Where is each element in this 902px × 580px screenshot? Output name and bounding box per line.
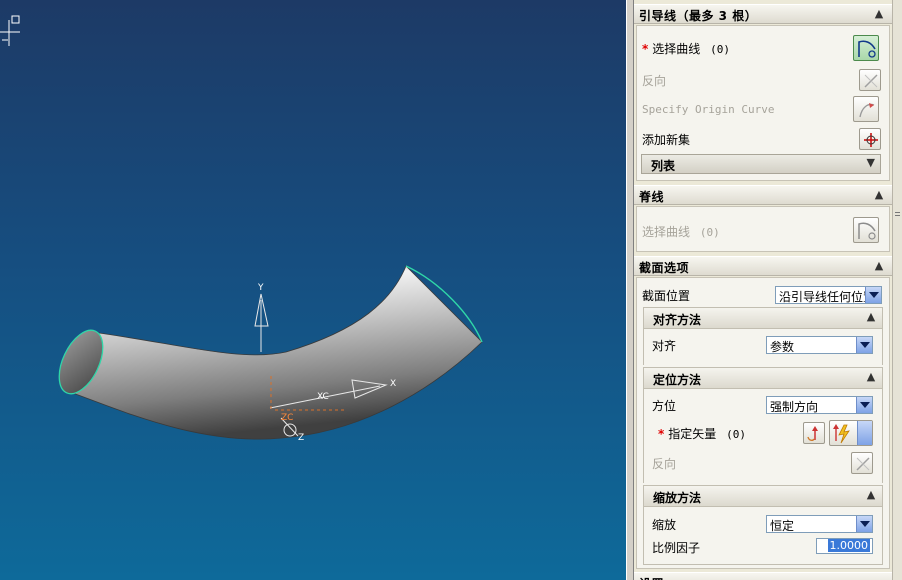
specify-vector-row: * 指定矢量 (0)	[658, 425, 746, 442]
dropdown-arrow-icon	[856, 337, 872, 353]
specify-origin-curve-button[interactable]	[853, 96, 879, 122]
select-curve-label: 选择曲线	[652, 42, 701, 56]
section-options-title: 截面选项	[639, 261, 690, 275]
select-curve-count: (0)	[710, 43, 730, 56]
inferred-vector-button[interactable]	[829, 420, 873, 446]
dropdown-arrow-icon[interactable]	[857, 421, 872, 445]
required-marker: *	[658, 427, 665, 441]
orientation-title: 定位方法	[653, 373, 702, 387]
chevron-up-icon[interactable]: ▲	[871, 6, 887, 22]
model-canvas[interactable]: Y X XC ZC Z	[0, 0, 626, 580]
scaling-header[interactable]: 缩放方法 ▲	[643, 485, 883, 507]
spine-select-curve-count: (0)	[699, 226, 720, 239]
y-axis-label: Y	[257, 283, 264, 293]
x-axis-label: X	[390, 379, 396, 389]
chevron-up-icon[interactable]: ▲	[871, 258, 887, 274]
chevron-up-icon[interactable]: ▲	[871, 187, 887, 203]
scale-factor-value: 1.0000	[827, 539, 870, 552]
section-guide-title: 引导线（最多 3 根）	[639, 9, 758, 23]
specify-vector-count: (0)	[726, 428, 746, 441]
orientation-select[interactable]: 强制方向	[766, 396, 873, 414]
orientation-header[interactable]: 定位方法 ▲	[643, 367, 883, 389]
specify-origin-curve-label: Specify Origin Curve	[642, 103, 775, 116]
spine-select-curve-label: 选择曲线	[642, 225, 691, 239]
alignment-title: 对齐方法	[653, 313, 702, 327]
scale-factor-label: 比例因子	[652, 541, 701, 555]
scale-factor-input[interactable]: 1.0000	[816, 538, 873, 554]
chevron-up-icon[interactable]: ▲	[864, 310, 878, 323]
alignment-header[interactable]: 对齐方法 ▲	[643, 307, 883, 329]
inferred-vector-icon	[833, 424, 850, 444]
alignment-label: 对齐	[652, 339, 677, 353]
section-position-value: 沿引导线任何位置	[779, 290, 865, 304]
panel-scrollbar[interactable]	[892, 0, 902, 580]
section-settings-header[interactable]: 设置	[634, 572, 892, 580]
orientation-body: 方位 强制方向 * 指定矢量 (0) 反向	[643, 389, 883, 483]
spine-select-curve-row: 选择曲线 (0)	[642, 223, 720, 240]
panel-splitter[interactable]	[626, 0, 634, 580]
scaling-value: 恒定	[770, 519, 795, 533]
wcs-icon	[0, 15, 20, 46]
vector-dialog-button[interactable]	[803, 422, 825, 444]
reverse-direction-button[interactable]	[859, 69, 881, 91]
sweep-dialog-panel: 引导线（最多 3 根） ▲ * 选择曲线 (0) 反向 Specify Origi…	[634, 0, 892, 580]
list-title: 列表	[651, 159, 676, 173]
swept-tube[interactable]	[50, 265, 483, 440]
dropdown-arrow-icon	[856, 516, 872, 532]
alignment-select[interactable]: 参数	[766, 336, 873, 354]
add-set-icon	[864, 133, 878, 147]
chevron-up-icon[interactable]: ▲	[864, 488, 878, 501]
scaling-select[interactable]: 恒定	[766, 515, 873, 533]
alignment-value: 参数	[770, 340, 795, 354]
list-toggle[interactable]: 列表 ▼	[641, 154, 881, 174]
vector-constructor-icon	[807, 426, 818, 441]
orientation-value: 强制方向	[770, 400, 819, 414]
section-spine-header[interactable]: 脊线 ▲	[634, 185, 892, 205]
section-options-header[interactable]: 截面选项 ▲	[634, 256, 892, 276]
section-position-label: 截面位置	[642, 289, 691, 303]
reverse-direction-label: 反向	[642, 74, 667, 88]
chevron-down-icon: ▼	[866, 156, 875, 169]
section-settings-title: 设置	[639, 575, 664, 580]
section-guide-body: *选择曲线 (0) 反向 Specify Origin Curve 添加新集	[636, 25, 890, 181]
alignment-body: 对齐 参数	[643, 329, 883, 365]
section-spine-body: 选择曲线 (0)	[636, 206, 890, 252]
graphics-viewport[interactable]: Y X XC ZC Z	[0, 0, 626, 580]
scaling-label: 缩放	[652, 518, 677, 532]
curve-select-icon	[858, 40, 876, 58]
vector-reverse-button[interactable]	[851, 452, 873, 474]
reverse-icon	[864, 74, 878, 88]
vector-reverse-label: 反向	[652, 457, 677, 471]
dropdown-arrow-icon	[865, 287, 881, 303]
section-spine-title: 脊线	[639, 190, 665, 204]
origin-curve-icon	[859, 103, 875, 118]
scaling-body: 缩放 恒定 比例因子 1.0000	[643, 507, 883, 565]
select-curve-row: * 选择曲线 (0)	[642, 40, 730, 57]
scroll-grip-icon	[895, 212, 900, 213]
add-new-set-button[interactable]	[859, 128, 881, 150]
add-new-set-label: 添加新集	[642, 133, 691, 147]
spine-select-curve-button[interactable]	[853, 217, 879, 243]
xc-axis-label: XC	[317, 392, 329, 402]
chevron-up-icon[interactable]: ▲	[864, 370, 878, 383]
orientation-label: 方位	[652, 399, 677, 413]
z-axis-label: Z	[298, 433, 304, 443]
dropdown-arrow-icon	[856, 397, 872, 413]
required-marker: *	[642, 42, 649, 56]
section-position-select[interactable]: 沿引导线任何位置	[775, 286, 882, 304]
scaling-title: 缩放方法	[653, 491, 702, 505]
reverse-icon	[856, 457, 870, 471]
section-options-body: 截面位置 沿引导线任何位置 对齐方法 ▲ 对齐 参数 定位方法 ▲ 方位 强制方…	[636, 277, 890, 569]
specify-vector-label: 指定矢量	[668, 427, 717, 441]
zc-axis-label: ZC	[281, 413, 293, 423]
select-curve-button[interactable]	[853, 35, 879, 61]
curve-select-icon	[858, 222, 876, 240]
section-guide-header[interactable]: 引导线（最多 3 根） ▲	[634, 4, 892, 24]
